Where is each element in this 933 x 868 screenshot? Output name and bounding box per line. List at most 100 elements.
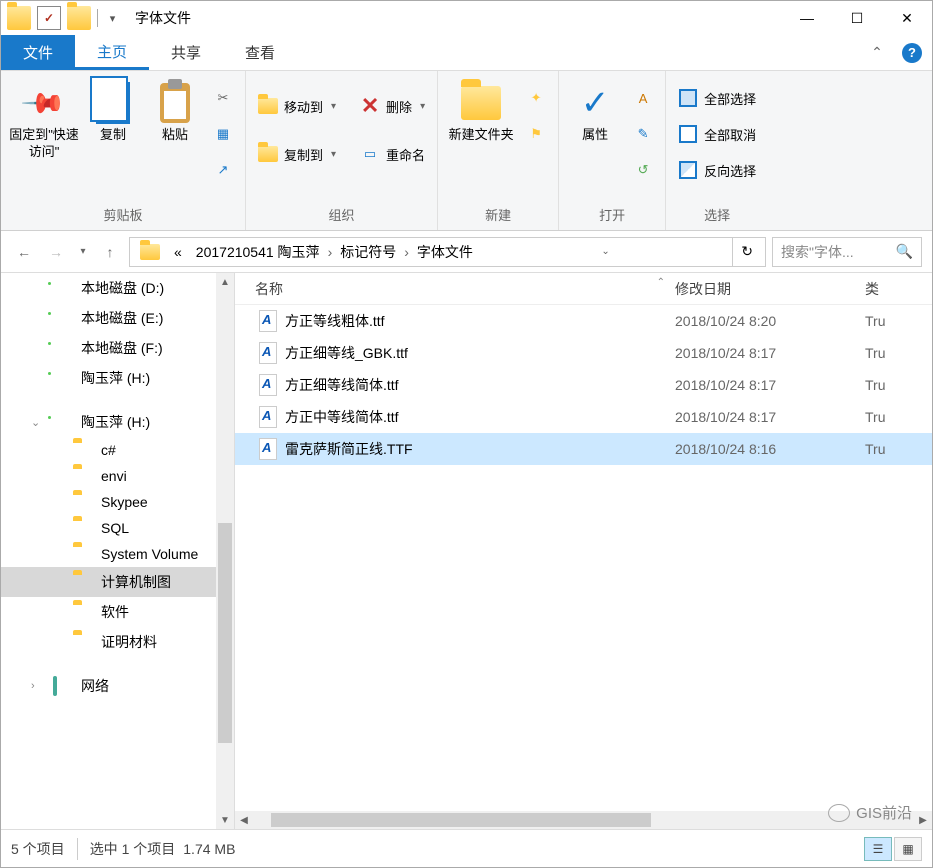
edit-button[interactable]: ✎: [629, 119, 657, 149]
up-button[interactable]: ↑: [97, 239, 123, 265]
status-selected: 选中 1 个项目: [90, 839, 176, 859]
address-bar[interactable]: « 2017210541 陶玉萍› 标记符号› 字体文件 ⌄ ↻: [129, 237, 766, 267]
paste-shortcut-button[interactable]: ↗: [209, 155, 237, 185]
new-folder-icon: [461, 83, 501, 123]
file-name: 方正细等线简体.ttf: [285, 375, 399, 395]
column-date[interactable]: 修改日期: [675, 279, 865, 299]
scrollbar-thumb[interactable]: [218, 523, 232, 743]
breadcrumb-item[interactable]: 字体文件: [411, 240, 479, 264]
main-content: 本地磁盘 (D:)本地磁盘 (E:)本地磁盘 (F:)陶玉萍 (H:) ⌄陶玉萍 …: [1, 273, 932, 829]
properties-button[interactable]: ✓ 属性: [567, 79, 623, 144]
file-row[interactable]: 方正中等线简体.ttf2018/10/24 8:17Tru: [235, 401, 932, 433]
tree-drive-item-expanded[interactable]: ⌄陶玉萍 (H:): [1, 407, 234, 437]
collapse-ribbon-icon[interactable]: ⌃: [862, 35, 892, 70]
properties-qat-icon[interactable]: ✓: [37, 6, 61, 30]
scroll-left-icon[interactable]: ◀: [235, 815, 253, 826]
copy-to-button[interactable]: 复制到▾: [254, 139, 340, 169]
file-date: 2018/10/24 8:17: [675, 409, 865, 425]
group-label: 组织: [254, 201, 429, 230]
copy-button[interactable]: 复制: [85, 79, 141, 144]
delete-button[interactable]: ✕删除▾: [356, 91, 429, 121]
tree-folder-item[interactable]: 计算机制图: [1, 567, 234, 597]
qat-dropdown-icon[interactable]: ▾: [97, 9, 121, 27]
newitem-icon: ✦: [526, 88, 546, 108]
status-item-count: 5 个项目: [11, 839, 65, 859]
tree-folder-item[interactable]: envi: [1, 463, 234, 489]
folder-icon: [7, 6, 31, 30]
view-details-button[interactable]: ☰: [864, 837, 892, 861]
ribbon-tabs: 文件 主页 共享 查看 ⌃ ?: [1, 35, 932, 71]
scroll-down-icon[interactable]: ▼: [216, 811, 234, 829]
invert-icon: [678, 160, 698, 180]
ribbon-group-select: 全部选择 全部取消 反向选择 选择: [666, 71, 768, 230]
scrollbar-thumb[interactable]: [271, 813, 651, 827]
tree-folder-item[interactable]: 证明材料: [1, 627, 234, 657]
select-all-button[interactable]: 全部选择: [674, 83, 760, 113]
tree-drive-item[interactable]: 本地磁盘 (E:): [1, 303, 234, 333]
maximize-button[interactable]: ☐: [832, 1, 882, 35]
chevron-right-icon[interactable]: ›: [328, 244, 333, 260]
tree-drive-item[interactable]: 本地磁盘 (F:): [1, 333, 234, 363]
check-icon: ✓: [575, 83, 615, 123]
invert-selection-button[interactable]: 反向选择: [674, 155, 760, 185]
column-name[interactable]: 名称⌃: [235, 279, 675, 299]
view-large-icons-button[interactable]: ▦: [894, 837, 922, 861]
close-button[interactable]: ✕: [882, 1, 932, 35]
history-dropdown[interactable]: ▾: [75, 239, 91, 265]
paste-button[interactable]: 粘贴: [147, 79, 203, 144]
minimize-button[interactable]: —: [782, 1, 832, 35]
file-date: 2018/10/24 8:20: [675, 313, 865, 329]
file-row[interactable]: 方正细等线_GBK.ttf2018/10/24 8:17Tru: [235, 337, 932, 369]
folder-icon: [134, 242, 166, 262]
easy-access-button[interactable]: ⚑: [522, 119, 550, 149]
address-dropdown-icon[interactable]: ⌄: [595, 246, 615, 257]
tree-folder-item[interactable]: System Volume: [1, 541, 234, 567]
tree-folder-item[interactable]: Skypee: [1, 489, 234, 515]
chevron-right-icon[interactable]: ›: [404, 244, 409, 260]
file-row[interactable]: 方正等线粗体.ttf2018/10/24 8:20Tru: [235, 305, 932, 337]
shortcut-icon: ↗: [213, 160, 233, 180]
new-folder-button[interactable]: 新建文件夹: [446, 79, 516, 144]
tab-view[interactable]: 查看: [223, 35, 297, 70]
file-row[interactable]: 方正细等线简体.ttf2018/10/24 8:17Tru: [235, 369, 932, 401]
new-item-button[interactable]: ✦: [522, 83, 550, 113]
cut-button[interactable]: ✂: [209, 83, 237, 113]
tree-folder-item[interactable]: c#: [1, 437, 234, 463]
open-button[interactable]: A: [629, 83, 657, 113]
tab-home[interactable]: 主页: [75, 35, 149, 70]
move-to-button[interactable]: 移动到▾: [254, 91, 340, 121]
pin-quick-access-button[interactable]: 📌 固定到"快速访问": [9, 79, 79, 161]
rename-button[interactable]: ▭重命名: [356, 139, 429, 169]
refresh-button[interactable]: ↻: [732, 238, 761, 266]
tab-share[interactable]: 共享: [149, 35, 223, 70]
history-button[interactable]: ↺: [629, 155, 657, 185]
selectall-icon: [678, 88, 698, 108]
tree-folder-item[interactable]: 软件: [1, 597, 234, 627]
quick-access-toolbar: ✓ ▾: [1, 6, 121, 30]
select-none-button[interactable]: 全部取消: [674, 119, 760, 149]
breadcrumb-item[interactable]: «: [168, 242, 188, 262]
breadcrumb-item[interactable]: 标记符号: [334, 240, 402, 264]
navigation-pane[interactable]: 本地磁盘 (D:)本地磁盘 (E:)本地磁盘 (F:)陶玉萍 (H:) ⌄陶玉萍 …: [1, 273, 235, 829]
search-input[interactable]: 搜索"字体... 🔍: [772, 237, 922, 267]
file-row[interactable]: 雷克萨斯简正线.TTF2018/10/24 8:16Tru: [235, 433, 932, 465]
column-type[interactable]: 类: [865, 279, 932, 299]
sort-indicator-icon: ⌃: [657, 277, 665, 288]
tree-folder-item[interactable]: SQL: [1, 515, 234, 541]
tree-drive-item[interactable]: 陶玉萍 (H:): [1, 363, 234, 393]
copy-path-button[interactable]: ▦: [209, 119, 237, 149]
rename-icon: ▭: [360, 144, 380, 164]
file-type: Tru: [865, 313, 932, 329]
tree-network-item[interactable]: ›网络: [1, 671, 234, 701]
separator: [77, 838, 78, 860]
scroll-right-icon[interactable]: ▶: [914, 815, 932, 826]
help-button[interactable]: ?: [892, 35, 932, 70]
scrollbar-vertical[interactable]: ▲ ▼: [216, 273, 234, 829]
breadcrumb-item[interactable]: 2017210541 陶玉萍: [190, 240, 326, 264]
tab-file[interactable]: 文件: [1, 35, 75, 70]
back-button[interactable]: ←: [11, 239, 37, 265]
font-file-icon: [259, 374, 277, 396]
forward-button[interactable]: →: [43, 239, 69, 265]
tree-drive-item[interactable]: 本地磁盘 (D:): [1, 273, 234, 303]
scroll-up-icon[interactable]: ▲: [216, 273, 234, 291]
